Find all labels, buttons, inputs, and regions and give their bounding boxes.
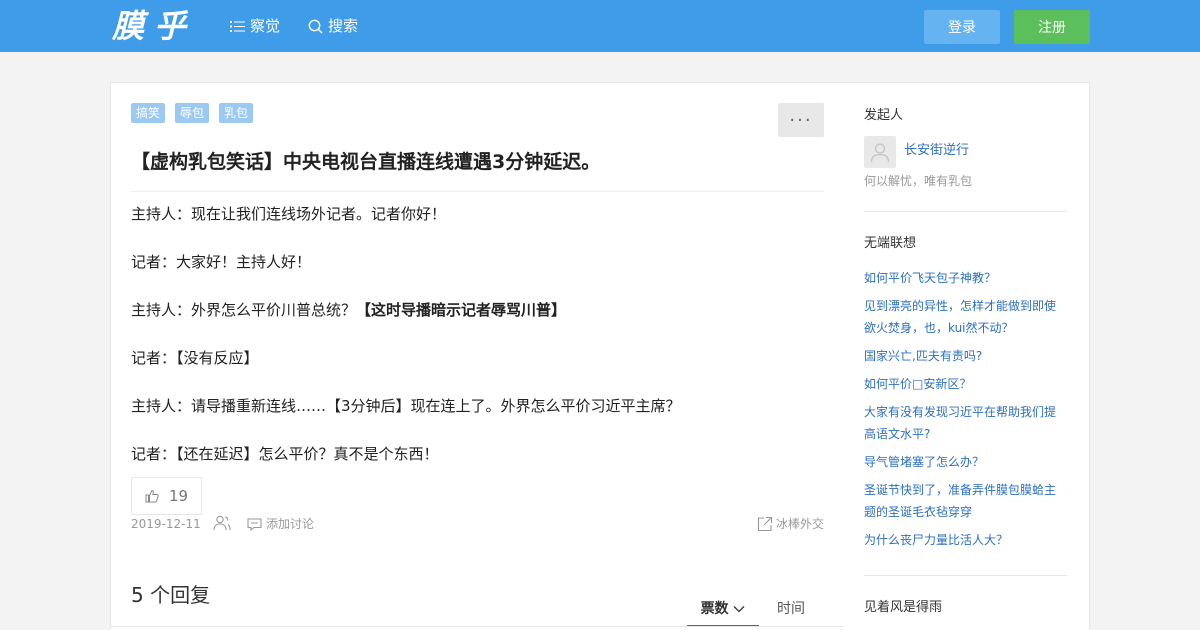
divider [111, 626, 844, 627]
site-logo[interactable]: 膜乎 [112, 6, 196, 46]
post-date: 2019-12-11 [131, 517, 201, 531]
login-button[interactable]: 登录 [924, 10, 1000, 44]
tag[interactable]: 搞笑 [131, 103, 166, 123]
sort-by-time-tab[interactable]: 时间 [771, 597, 811, 627]
body-line: 主持人：请导播重新连线……【3分钟后】现在连上了。外界怎么平价习近平主席？ [131, 397, 681, 415]
comment-icon [247, 517, 262, 531]
related-question-link[interactable]: 见到漂亮的异性，怎样才能做到即使欲火焚身，也，kui然不动？ [864, 295, 1067, 339]
divider [131, 191, 824, 192]
post-meta: 2019-12-11 添加讨论 冰棒外交 [131, 515, 824, 535]
tag[interactable]: 辱包 [175, 103, 210, 123]
add-discussion-label: 添加讨论 [266, 517, 315, 531]
default-avatar-icon [870, 143, 890, 163]
reply-count: 5 个回复 [131, 583, 211, 607]
share-external-icon [757, 516, 773, 532]
nav-search[interactable]: 搜索 [308, 0, 358, 52]
add-discussion-button[interactable]: 添加讨论 [247, 515, 314, 533]
related-question-link[interactable]: 圣诞节快到了，准备弄件膜包膜蛤主题的圣诞毛衣毡穿穿 [864, 479, 1067, 523]
tag-list: 搞笑 辱包 乳包 [131, 103, 263, 123]
related-question-link[interactable]: 如何平价□安新区？ [864, 373, 1067, 395]
related-questions-list: 如何平价飞天包子神教？ 见到漂亮的异性，怎样才能做到即使欲火焚身，也，kui然不… [864, 267, 1067, 557]
avatar[interactable] [864, 136, 896, 168]
body-line: 主持人：现在让我们连线场外记者。记者你好！ [131, 205, 447, 223]
related-question-link[interactable]: 为什么丧尸力量比活人大？ [864, 529, 1067, 551]
body-line: 主持人：外界怎么平价川普总统？【这时导播暗示记者辱骂川普】 [131, 301, 567, 319]
related-question-link[interactable]: 大家有没有发现习近平在帮助我们提高语文水平? [864, 401, 1067, 445]
vote-count: 19 [168, 487, 189, 505]
more-options-button[interactable]: ··· [778, 103, 824, 137]
body-line: 记者：【没有反应】 [131, 349, 259, 367]
list-icon [230, 20, 245, 32]
sort-votes-label: 票数 [700, 601, 729, 617]
nav-browse[interactable]: 察觉 [230, 0, 280, 52]
nav-browse-label: 察觉 [250, 17, 281, 35]
thumbs-up-icon [145, 489, 159, 503]
question-title: 【虚构乳包笑话】中央电视台直播连线遭遇3分钟延迟。 [131, 151, 601, 173]
related-question-link[interactable]: 导气管堵塞了怎么办？ [864, 451, 1067, 473]
body-line: 记者：【还在延迟】怎么平价？真不是个东西！ [131, 445, 439, 463]
related-question-link[interactable]: 如何平价飞天包子神教？ [864, 267, 1067, 289]
sort-by-votes-tab[interactable]: 票数 [687, 597, 759, 627]
upvote-button[interactable]: 19 [131, 477, 202, 515]
body-line: 记者：大家好！主持人好！ [131, 253, 312, 271]
question-card: 搞笑 辱包 乳包 ··· 【虚构乳包笑话】中央电视台直播连线遭遇3分钟延迟。 主… [110, 82, 845, 630]
initiator-heading: 发起人 [864, 108, 904, 123]
author-bio: 何以解忧，唯有乳包 [864, 174, 973, 188]
search-icon [308, 19, 323, 34]
related-heading: 无端联想 [864, 236, 917, 251]
body-bold: 【这时导播暗示记者辱骂川普】 [356, 301, 567, 319]
share-button[interactable]: 冰棒外交 [757, 515, 824, 533]
chevron-down-icon [733, 606, 745, 613]
sidebar: 发起人 长安街逆行 何以解忧，唯有乳包 无端联想 如何平价飞天包子神教？ 见到漂… [844, 82, 1090, 630]
author-link[interactable]: 长安街逆行 [904, 139, 969, 158]
nav-search-label: 搜索 [328, 17, 359, 35]
invite-user-button[interactable] [213, 515, 231, 534]
related-question-link[interactable]: 国家兴亡,匹夫有责吗? [864, 345, 1067, 367]
divider [864, 575, 1067, 576]
share-label: 冰棒外交 [775, 517, 824, 531]
divider [864, 211, 1067, 212]
tag[interactable]: 乳包 [219, 103, 254, 123]
question-body: 主持人：现在让我们连线场外记者。记者你好！ 记者：大家好！主持人好！ 主持人：外… [131, 202, 824, 490]
users-icon [213, 515, 231, 531]
register-button[interactable]: 注册 [1014, 10, 1090, 44]
bottom-heading: 见着风是得雨 [864, 600, 943, 615]
top-navbar: 膜乎 察觉 搜索 登录 注册 [0, 0, 1200, 52]
